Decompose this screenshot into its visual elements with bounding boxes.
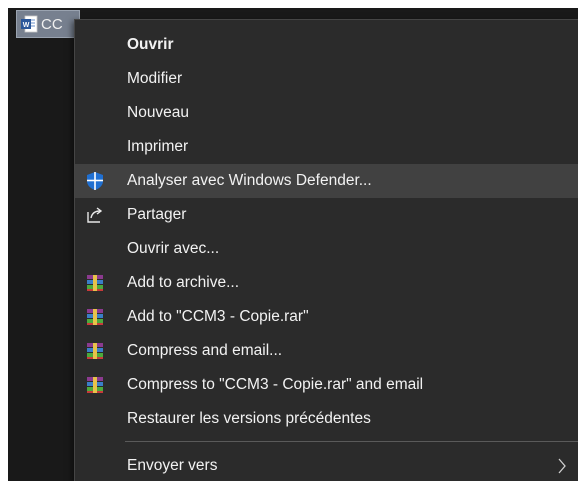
winrar-icon xyxy=(85,307,105,327)
share-icon xyxy=(85,205,105,225)
menu-item-label: Compress to "CCM3 - Copie.rar" and email xyxy=(127,376,424,393)
windows-defender-shield-icon xyxy=(85,171,105,191)
menu-item-label: Modifier xyxy=(127,70,183,87)
selected-file-item[interactable]: W CC xyxy=(16,10,80,38)
word-document-icon: W xyxy=(21,15,38,34)
menu-item-ouvrir[interactable]: Ouvrir xyxy=(75,28,578,62)
menu-separator xyxy=(125,441,578,442)
menu-item-compress-and-email[interactable]: Compress and email... xyxy=(75,334,578,368)
menu-item-envoyer-vers[interactable]: Envoyer vers xyxy=(75,449,578,481)
menu-item-partager[interactable]: Partager xyxy=(75,198,578,232)
context-menu: Ouvrir Modifier Nouveau Imprimer Analyse… xyxy=(74,19,578,481)
screenshot-stage: W CC Ouvrir Modifier Nouveau Imprimer An… xyxy=(0,0,578,481)
winrar-icon xyxy=(85,341,105,361)
menu-item-nouveau[interactable]: Nouveau xyxy=(75,96,578,130)
chevron-right-icon xyxy=(556,457,568,475)
menu-item-label: Envoyer vers xyxy=(127,457,218,474)
menu-item-label: Restaurer les versions précédentes xyxy=(127,410,371,427)
menu-item-add-to-archive[interactable]: Add to archive... xyxy=(75,266,578,300)
menu-item-add-to-rar[interactable]: Add to "CCM3 - Copie.rar" xyxy=(75,300,578,334)
menu-item-label: Imprimer xyxy=(127,138,189,155)
menu-item-imprimer[interactable]: Imprimer xyxy=(75,130,578,164)
menu-item-compress-to-rar-and-email[interactable]: Compress to "CCM3 - Copie.rar" and email xyxy=(75,368,578,402)
file-name-label: CC xyxy=(41,15,63,33)
menu-item-label: Add to archive... xyxy=(127,274,240,291)
menu-item-ouvrir-avec[interactable]: Ouvrir avec... xyxy=(75,232,578,266)
svg-text:W: W xyxy=(23,22,30,29)
menu-item-restaurer-versions[interactable]: Restaurer les versions précédentes xyxy=(75,402,578,436)
menu-item-label: Analyser avec Windows Defender... xyxy=(127,172,372,189)
menu-item-label: Add to "CCM3 - Copie.rar" xyxy=(127,308,309,325)
menu-item-analyser-windows-defender[interactable]: Analyser avec Windows Defender... xyxy=(75,164,578,198)
menu-item-modifier[interactable]: Modifier xyxy=(75,62,578,96)
menu-item-label: Partager xyxy=(127,206,187,223)
menu-item-label: Compress and email... xyxy=(127,342,283,359)
menu-item-label: Nouveau xyxy=(127,104,190,121)
menu-item-label: Ouvrir xyxy=(127,36,174,53)
winrar-icon xyxy=(85,273,105,293)
winrar-icon xyxy=(85,375,105,395)
menu-item-label: Ouvrir avec... xyxy=(127,240,220,257)
